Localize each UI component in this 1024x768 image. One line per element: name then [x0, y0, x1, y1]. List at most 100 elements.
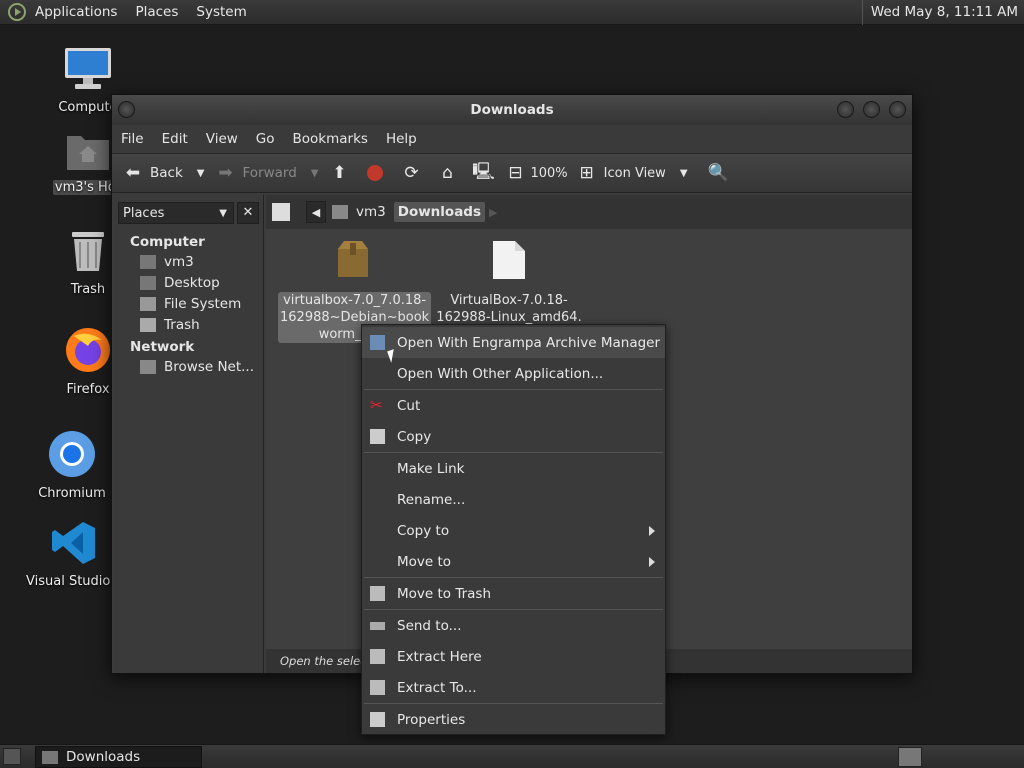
- sidebar-item-desktop[interactable]: Desktop: [114, 273, 263, 294]
- home-icon: [332, 205, 348, 219]
- system-menu[interactable]: System: [187, 4, 255, 20]
- crumb-downloads[interactable]: Downloads: [393, 202, 486, 222]
- cut-icon: ✂: [370, 396, 383, 414]
- sidebar-item-trash[interactable]: Trash: [114, 315, 263, 336]
- zoom-level: 100%: [530, 165, 568, 181]
- menu-move-to[interactable]: Move to: [362, 546, 665, 577]
- firefox-icon: [66, 328, 110, 372]
- back-arrow-icon: ⬅: [125, 163, 141, 183]
- taskbar-item-downloads[interactable]: Downloads: [35, 746, 202, 768]
- trash-icon: [370, 586, 385, 601]
- window-menu-button[interactable]: [118, 101, 135, 118]
- bottom-panel: Downloads: [0, 744, 1024, 768]
- sidebar-section-network: Network: [130, 339, 195, 355]
- applications-menu[interactable]: Applications: [26, 4, 126, 20]
- menu-go[interactable]: Go: [247, 131, 284, 147]
- sidebar-item-browse-network[interactable]: Browse Net...: [114, 357, 263, 378]
- zoom-out-icon[interactable]: ⊟: [504, 162, 526, 184]
- context-menu: Open With Engrampa Archive Manager Open …: [361, 324, 666, 735]
- menu-help[interactable]: Help: [377, 131, 426, 147]
- chromium-icon: [49, 431, 95, 477]
- menu-copy-to[interactable]: Copy to: [362, 515, 665, 546]
- sidebar-places-select[interactable]: Places ▼: [118, 202, 234, 224]
- menu-edit[interactable]: Edit: [153, 131, 197, 147]
- menubar: File Edit View Go Bookmarks Help: [112, 125, 912, 153]
- sidebar-section-computer: Computer: [130, 234, 205, 250]
- trash-icon: [72, 232, 104, 271]
- back-button[interactable]: ⬅ Back: [122, 162, 183, 184]
- edit-location-icon[interactable]: [272, 203, 290, 221]
- archive-icon: [338, 241, 368, 277]
- menu-make-link[interactable]: Make Link: [362, 453, 665, 484]
- sidebar: Places ▼ ✕ Computer vm3 Desktop File Sys…: [114, 195, 264, 673]
- window-titlebar[interactable]: Downloads: [112, 95, 912, 125]
- menu-rename[interactable]: Rename...: [362, 484, 665, 515]
- menu-open-with-other[interactable]: Open With Other Application...: [362, 358, 665, 389]
- desktop-folder-icon: [140, 276, 156, 290]
- vscode-icon: [52, 522, 95, 564]
- archive-manager-icon: [370, 335, 385, 350]
- computer-icon: [65, 48, 111, 89]
- maximize-button[interactable]: [863, 101, 880, 118]
- view-mode-select[interactable]: Icon View: [604, 166, 666, 181]
- workspace-switcher[interactable]: [898, 747, 922, 767]
- minimize-button[interactable]: [837, 101, 854, 118]
- properties-icon: [370, 712, 385, 727]
- copy-icon: [370, 429, 385, 444]
- places-menu[interactable]: Places: [126, 4, 187, 20]
- toolbar: ⬅ Back ▼ ➡ Forward ▼ ⬆ ⟳ ⌂ 🖳 ⊟ 100% ⊞ Ic…: [112, 153, 912, 193]
- close-sidebar-button[interactable]: ✕: [237, 202, 259, 224]
- window-title: Downloads: [470, 102, 554, 118]
- mate-logo-icon[interactable]: [8, 3, 26, 21]
- menu-properties[interactable]: Properties: [362, 704, 665, 735]
- menu-cut[interactable]: ✂ Cut: [362, 390, 665, 421]
- path-left-button[interactable]: ◀: [306, 201, 326, 223]
- drive-icon: [140, 297, 156, 311]
- menu-extract-here[interactable]: Extract Here: [362, 641, 665, 672]
- menu-send-to[interactable]: Send to...: [362, 610, 665, 641]
- network-icon: [140, 360, 156, 374]
- reload-icon[interactable]: ⟳: [400, 162, 422, 184]
- trash-icon: [140, 318, 156, 332]
- stop-icon[interactable]: [364, 162, 386, 184]
- folder-icon: [42, 750, 58, 764]
- menu-bookmarks[interactable]: Bookmarks: [284, 131, 377, 147]
- desktop-icon-chromium[interactable]: Chromium: [24, 430, 120, 501]
- menu-open-with-engrampa[interactable]: Open With Engrampa Archive Manager: [362, 327, 665, 358]
- forward-history-dropdown[interactable]: ▼: [311, 168, 319, 179]
- zoom-in-icon[interactable]: ⊞: [576, 162, 598, 184]
- path-right-button[interactable]: ▶: [489, 206, 497, 219]
- home-icon: [140, 255, 156, 269]
- back-history-dropdown[interactable]: ▼: [197, 168, 205, 179]
- document-icon: [493, 241, 525, 279]
- extract-icon: [370, 680, 385, 695]
- chevron-down-icon: ▼: [219, 207, 227, 219]
- view-mode-dropdown[interactable]: ▼: [680, 168, 688, 179]
- menu-view[interactable]: View: [197, 131, 247, 147]
- sidebar-item-vm3[interactable]: vm3: [114, 252, 263, 273]
- file-item[interactable]: VirtualBox-7.0.18- 162988-Linux_amd64.: [434, 239, 584, 326]
- menu-file[interactable]: File: [112, 131, 153, 147]
- home-folder-icon: [67, 136, 109, 170]
- up-arrow-icon[interactable]: ⬆: [328, 162, 350, 184]
- submenu-arrow-icon: [649, 526, 655, 536]
- menu-extract-to[interactable]: Extract To...: [362, 672, 665, 703]
- crumb-vm3[interactable]: vm3: [352, 202, 390, 222]
- top-panel: Applications Places System Wed May 8, 11…: [0, 0, 1024, 25]
- menu-move-to-trash[interactable]: Move to Trash: [362, 578, 665, 609]
- computer-icon[interactable]: 🖳: [472, 162, 495, 184]
- menu-copy[interactable]: Copy: [362, 421, 665, 452]
- show-desktop-button[interactable]: [3, 748, 21, 765]
- submenu-arrow-icon: [649, 557, 655, 567]
- close-button[interactable]: [889, 101, 906, 118]
- search-icon[interactable]: 🔍: [708, 162, 730, 184]
- clock[interactable]: Wed May 8, 11:11 AM: [861, 0, 1018, 25]
- forward-arrow-icon: ➡: [218, 163, 233, 183]
- home-icon[interactable]: ⌂: [436, 162, 458, 184]
- desktop-icon-vscode[interactable]: Visual Studio Co: [26, 520, 122, 589]
- extract-icon: [370, 649, 385, 664]
- send-icon: [370, 622, 385, 630]
- sidebar-item-filesystem[interactable]: File System: [114, 294, 263, 315]
- pathbar: ◀ vm3 Downloads ▶: [266, 195, 912, 229]
- forward-button[interactable]: ➡ Forward: [214, 162, 296, 184]
